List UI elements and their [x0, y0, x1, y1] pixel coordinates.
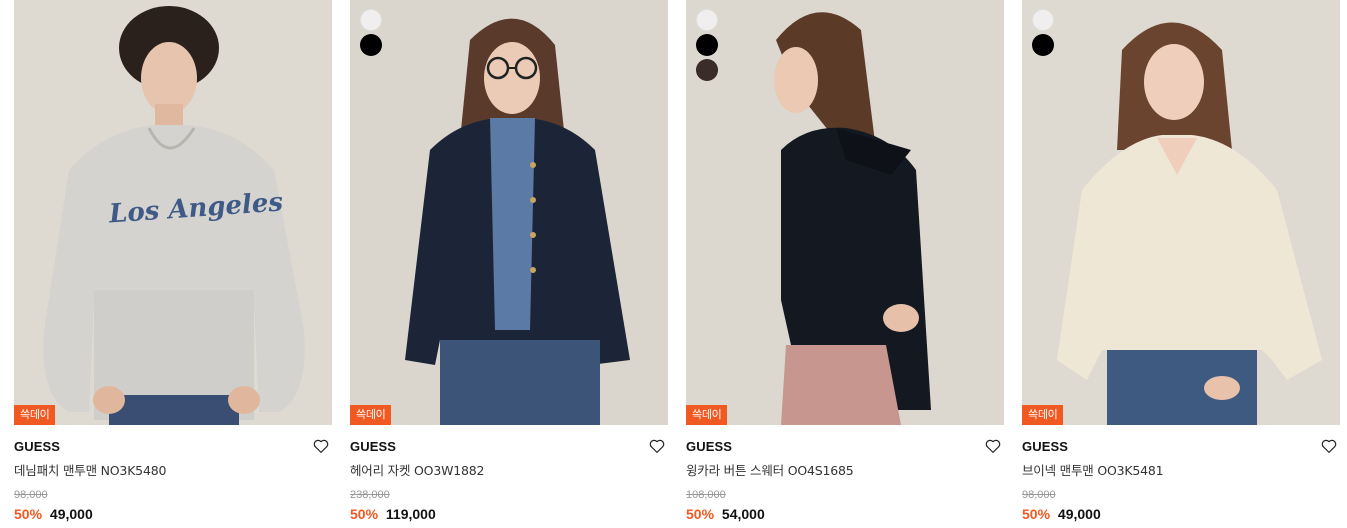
sale-price: 119,000 — [385, 506, 436, 522]
sale-price: 49,000 — [49, 506, 93, 522]
product-image[interactable]: Los Angeles 쓱데이 — [14, 0, 332, 425]
model-photo — [686, 0, 1004, 425]
color-swatches — [1032, 9, 1054, 56]
product-grid: Los Angeles 쓱데이 GUESS 데님패치 맨투맨 NO3K5480 … — [0, 0, 1347, 528]
product-image[interactable]: 쓱데이 — [350, 0, 668, 425]
sale-event-badge: 쓱데이 — [350, 405, 392, 425]
color-swatch[interactable] — [696, 59, 718, 81]
sale-event-badge: 쓱데이 — [1022, 405, 1064, 425]
product-info: GUESS 헤어리 자켓 OO3W1882 238,000 50% 119,00… — [350, 425, 668, 523]
product-card[interactable]: Los Angeles 쓱데이 GUESS 데님패치 맨투맨 NO3K5480 … — [14, 0, 332, 528]
discount-rate: 50% — [1022, 506, 1051, 522]
product-name[interactable]: 윙카라 버튼 스웨터 OO4S1685 — [686, 462, 1004, 480]
color-swatch[interactable] — [696, 34, 718, 56]
price-row: 50% 49,000 — [14, 505, 332, 523]
brand-name[interactable]: GUESS — [1022, 439, 1340, 455]
color-swatch[interactable] — [1032, 34, 1054, 56]
discount-rate: 50% — [350, 506, 379, 522]
product-card[interactable]: 쓱데이 GUESS 윙카라 버튼 스웨터 OO4S1685 108,000 50… — [686, 0, 1004, 528]
product-image[interactable]: 쓱데이 — [1022, 0, 1340, 425]
brand-name[interactable]: GUESS — [14, 439, 332, 455]
original-price: 98,000 — [1022, 489, 1056, 501]
discount-rate: 50% — [14, 506, 43, 522]
sale-price: 49,000 — [1057, 506, 1101, 522]
original-price: 98,000 — [14, 489, 48, 501]
product-name[interactable]: 헤어리 자켓 OO3W1882 — [350, 462, 668, 480]
brand-name[interactable]: GUESS — [686, 439, 1004, 455]
original-price: 108,000 — [686, 489, 726, 501]
sale-event-badge: 쓱데이 — [14, 405, 56, 425]
color-swatch[interactable] — [696, 9, 718, 31]
color-swatches — [360, 9, 382, 56]
product-image[interactable]: 쓱데이 — [686, 0, 1004, 425]
heart-outline-icon[interactable] — [1320, 437, 1338, 455]
sale-price: 54,000 — [721, 506, 765, 522]
original-price: 238,000 — [350, 489, 390, 501]
price-row: 50% 54,000 — [686, 505, 1004, 523]
product-card[interactable]: 쓱데이 GUESS 헤어리 자켓 OO3W1882 238,000 50% 11… — [350, 0, 668, 528]
heart-outline-icon[interactable] — [648, 437, 666, 455]
color-swatch[interactable] — [360, 9, 382, 31]
price-row: 50% 49,000 — [1022, 505, 1340, 523]
product-name[interactable]: 브이넥 맨투맨 OO3K5481 — [1022, 462, 1340, 480]
brand-name[interactable]: GUESS — [350, 439, 668, 455]
heart-outline-icon[interactable] — [984, 437, 1002, 455]
product-name[interactable]: 데님패치 맨투맨 NO3K5480 — [14, 462, 332, 480]
heart-outline-icon[interactable] — [312, 437, 330, 455]
price-row: 50% 119,000 — [350, 505, 668, 523]
product-info: GUESS 윙카라 버튼 스웨터 OO4S1685 108,000 50% 54… — [686, 425, 1004, 523]
sale-event-badge: 쓱데이 — [686, 405, 728, 425]
color-swatch[interactable] — [1032, 9, 1054, 31]
product-info: GUESS 브이넥 맨투맨 OO3K5481 98,000 50% 49,000 — [1022, 425, 1340, 523]
color-swatches — [696, 9, 718, 81]
product-card[interactable]: 쓱데이 GUESS 브이넥 맨투맨 OO3K5481 98,000 50% 49… — [1022, 0, 1340, 528]
model-photo: Los Angeles — [14, 0, 332, 425]
product-info: GUESS 데님패치 맨투맨 NO3K5480 98,000 50% 49,00… — [14, 425, 332, 523]
model-photo — [1022, 0, 1340, 425]
discount-rate: 50% — [686, 506, 715, 522]
model-photo — [350, 0, 668, 425]
color-swatch[interactable] — [360, 34, 382, 56]
